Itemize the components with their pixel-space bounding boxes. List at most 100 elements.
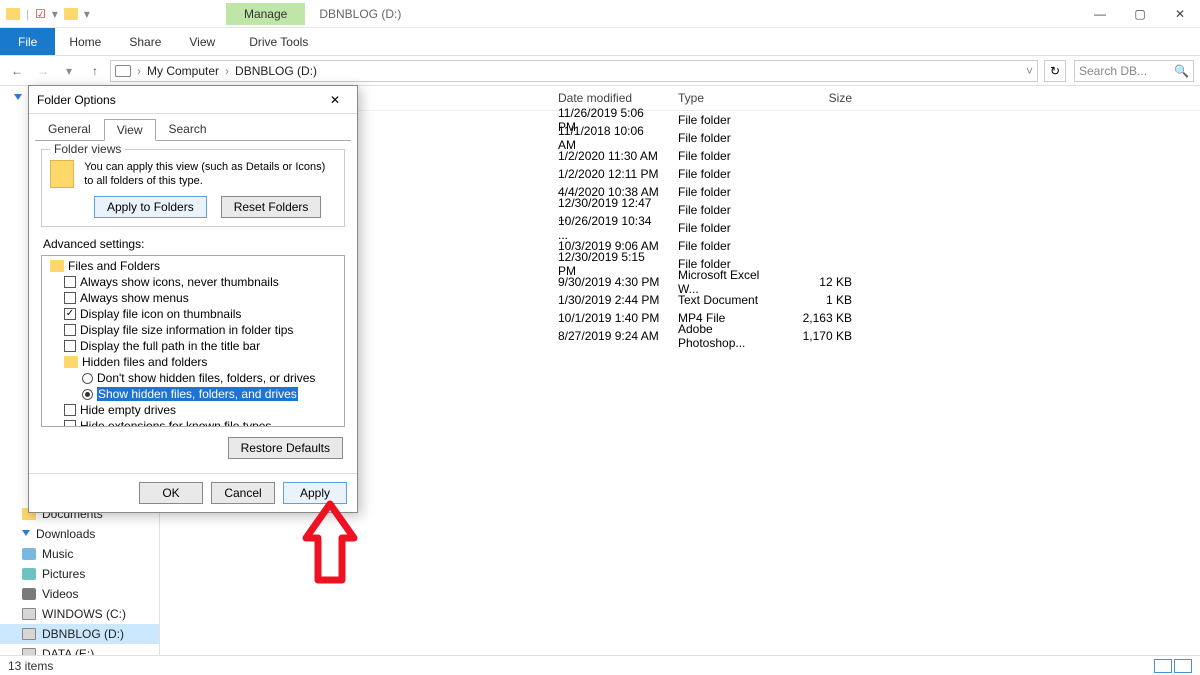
cell-size: 1 KB — [790, 292, 860, 308]
sidebar-item-music[interactable]: Music — [0, 544, 159, 564]
tree-label: Always show menus — [80, 291, 189, 305]
qat-check-icon[interactable]: ☑ — [35, 7, 46, 21]
sidebar-item-downloads[interactable]: Downloads — [0, 524, 159, 544]
cell-size: 1,170 KB — [790, 328, 860, 344]
cell-type: File folder — [670, 148, 790, 164]
checkbox-icon[interactable] — [64, 292, 76, 304]
back-button[interactable]: ← — [6, 60, 28, 82]
dialog-title-bar[interactable]: Folder Options ✕ — [29, 86, 357, 114]
folder-views-text: You can apply this view (such as Details… — [84, 160, 336, 188]
sidebar-item-data-drive[interactable]: DATA (E:) — [0, 644, 159, 655]
tree-checkbox-item[interactable]: Hide extensions for known file types — [42, 418, 344, 427]
window-title: DBNBLOG (D:) — [319, 7, 401, 21]
sidebar-item-pictures[interactable]: Pictures — [0, 564, 159, 584]
qat-dropdown-icon[interactable]: ▾ — [52, 7, 58, 21]
radio-icon[interactable] — [82, 389, 93, 400]
qat-more-icon[interactable]: ▾ — [84, 7, 90, 21]
cancel-button[interactable]: Cancel — [211, 482, 275, 504]
share-tab[interactable]: Share — [115, 28, 175, 55]
advanced-settings-tree[interactable]: Files and Folders Always show icons, nev… — [41, 255, 345, 427]
column-type[interactable]: Type — [670, 90, 790, 106]
cell-type: File folder — [670, 184, 790, 200]
cell-size — [790, 173, 860, 175]
sidebar-item-label: Pictures — [42, 567, 85, 581]
sidebar-item-windows-drive[interactable]: WINDOWS (C:) — [0, 604, 159, 624]
cell-size — [790, 263, 860, 265]
drive-icon — [22, 608, 36, 620]
sidebar-item-label: Music — [42, 547, 73, 561]
chevron-right-icon[interactable]: › — [137, 64, 141, 78]
folder-icon — [6, 8, 20, 20]
sidebar-item-label: DBNBLOG (D:) — [42, 627, 124, 641]
tree-checkbox-item[interactable]: Always show menus — [42, 290, 344, 306]
column-size[interactable]: Size — [790, 90, 860, 106]
tab-view[interactable]: View — [104, 119, 156, 141]
breadcrumb[interactable]: My Computer — [147, 64, 219, 78]
navigation-bar: ← → ▾ ↑ › My Computer › DBNBLOG (D:) ˅ ↻… — [0, 56, 1200, 86]
address-dropdown-icon[interactable]: ˅ — [1026, 64, 1033, 78]
checkbox-icon[interactable] — [64, 276, 76, 288]
cell-size — [790, 191, 860, 193]
checkbox-icon[interactable] — [64, 340, 76, 352]
manage-context-tab[interactable]: Manage — [226, 3, 305, 25]
sidebar-item-label: DATA (E:) — [42, 647, 94, 655]
maximize-button[interactable]: ▢ — [1120, 0, 1160, 28]
sidebar-item-label: Videos — [42, 587, 78, 601]
home-tab[interactable]: Home — [55, 28, 115, 55]
file-tab[interactable]: File — [0, 28, 55, 55]
advanced-settings-label: Advanced settings: — [43, 237, 345, 251]
sidebar-item-videos[interactable]: Videos — [0, 584, 159, 604]
breadcrumb[interactable]: DBNBLOG (D:) — [235, 64, 317, 78]
folder-icon — [64, 8, 78, 20]
cell-type: File folder — [670, 238, 790, 254]
address-bar[interactable]: › My Computer › DBNBLOG (D:) ˅ — [110, 60, 1038, 82]
column-date[interactable]: Date modified — [550, 90, 670, 106]
view-tab[interactable]: View — [175, 28, 229, 55]
reset-folders-button[interactable]: Reset Folders — [221, 196, 322, 218]
chevron-right-icon[interactable]: › — [225, 64, 229, 78]
apply-to-folders-button[interactable]: Apply to Folders — [94, 196, 207, 218]
icons-view-button[interactable] — [1174, 659, 1192, 673]
cell-date: 1/2/2020 12:11 PM — [550, 166, 670, 182]
cell-type: File folder — [670, 220, 790, 236]
details-view-button[interactable] — [1154, 659, 1172, 673]
radio-icon[interactable] — [82, 373, 93, 384]
tree-label: Display the full path in the title bar — [80, 339, 260, 353]
tab-general[interactable]: General — [35, 118, 104, 140]
cell-date: 10/1/2019 1:40 PM — [550, 310, 670, 326]
minimize-button[interactable]: — — [1080, 0, 1120, 28]
cell-type: File folder — [670, 202, 790, 218]
refresh-button[interactable]: ↻ — [1044, 60, 1066, 82]
sidebar-item-dbnblog-drive[interactable]: DBNBLOG (D:) — [0, 624, 159, 644]
cell-size — [790, 137, 860, 139]
refresh-icon: ↻ — [1050, 64, 1060, 78]
qat-divider: | — [26, 7, 29, 21]
ok-button[interactable]: OK — [139, 482, 203, 504]
tree-label: Display file icon on thumbnails — [80, 307, 241, 321]
tree-folder-item: Hidden files and folders — [42, 354, 344, 370]
tree-checkbox-item[interactable]: ✓ Display file icon on thumbnails — [42, 306, 344, 322]
tree-checkbox-item[interactable]: Display file size information in folder … — [42, 322, 344, 338]
tree-radio-item[interactable]: Show hidden files, folders, and drives — [42, 386, 344, 402]
checkbox-icon[interactable] — [64, 420, 76, 427]
tab-search[interactable]: Search — [156, 118, 220, 140]
tree-radio-item[interactable]: Don't show hidden files, folders, or dri… — [42, 370, 344, 386]
tree-checkbox-item[interactable]: Display the full path in the title bar — [42, 338, 344, 354]
checkbox-icon[interactable] — [64, 324, 76, 336]
drive-tools-tab[interactable]: Drive Tools — [235, 28, 322, 55]
checkbox-icon[interactable] — [64, 404, 76, 416]
up-button[interactable]: ↑ — [84, 60, 106, 82]
recent-locations-button[interactable]: ▾ — [58, 60, 80, 82]
tree-checkbox-item[interactable]: Always show icons, never thumbnails — [42, 274, 344, 290]
checkbox-icon[interactable]: ✓ — [64, 308, 76, 320]
search-input[interactable]: Search DB... 🔍 — [1074, 60, 1194, 82]
dialog-close-button[interactable]: ✕ — [321, 89, 349, 111]
forward-button[interactable]: → — [32, 60, 54, 82]
tree-root: Files and Folders — [42, 258, 344, 274]
tree-checkbox-item[interactable]: Hide empty drives — [42, 402, 344, 418]
folder-icon — [50, 160, 74, 188]
close-button[interactable]: ✕ — [1160, 0, 1200, 28]
restore-defaults-button[interactable]: Restore Defaults — [228, 437, 343, 459]
annotation-arrow — [300, 500, 360, 590]
group-label: Folder views — [50, 142, 125, 156]
